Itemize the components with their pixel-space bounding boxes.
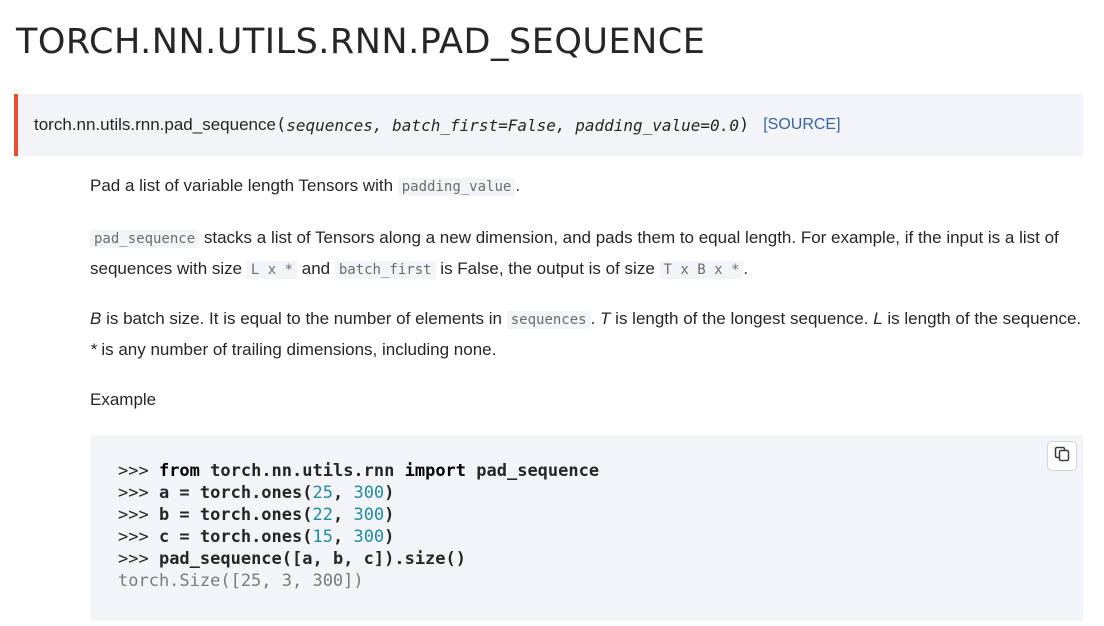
p3-var-l: L <box>873 309 883 328</box>
p2-text-4: . <box>743 259 749 278</box>
description-paragraph-3: B is batch size. It is equal to the numb… <box>90 304 1084 364</box>
code-separator: , <box>332 527 354 547</box>
p3-var-t: T <box>600 309 611 328</box>
p3-code-sequences: sequences <box>506 311 591 329</box>
code-module-name: torch.nn.utils.rnn <box>199 461 405 481</box>
code-number: 22 <box>312 505 333 525</box>
source-link[interactable]: [SOURCE] <box>763 116 840 134</box>
code-example-block: >>> from torch.nn.utils.rnn import pad_s… <box>90 435 1083 621</box>
signature-open-paren: ( <box>275 115 287 135</box>
description-paragraph-1: Pad a list of variable length Tensors wi… <box>90 171 1084 202</box>
p2-code-pad-sequence: pad_sequence <box>90 230 200 248</box>
page-title: TORCH.NN.UTILS.RNN.PAD_SEQUENCE <box>16 22 706 62</box>
p3-var-b: B <box>90 309 102 328</box>
code-close-paren: ) <box>384 527 395 547</box>
description-paragraph-2: pad_sequence stacks a list of Tensors al… <box>90 223 1084 285</box>
p2-code-batch-first: batch_first <box>334 261 436 279</box>
code-statement: b = torch.ones( <box>158 505 313 525</box>
p1-end: . <box>515 176 521 195</box>
p3-text-4: is length of the sequence. <box>882 309 1082 328</box>
code-prompt: >>> <box>118 483 159 503</box>
code-separator: , <box>332 505 354 525</box>
function-parameters: sequences, batch_first=False, padding_va… <box>286 115 739 135</box>
code-prompt: >>> <box>118 505 159 525</box>
p1-text: Pad a list of variable length Tensors wi… <box>90 176 398 195</box>
code-number: 25 <box>312 483 333 503</box>
code-close-paren: ) <box>384 505 395 525</box>
code-lines: >>> from torch.nn.utils.rnn import pad_s… <box>118 460 599 592</box>
code-line-1: >>> from torch.nn.utils.rnn import pad_s… <box>118 460 599 482</box>
p3-var-star: * <box>90 340 97 359</box>
example-label: Example <box>90 390 157 409</box>
copy-icon <box>1053 445 1071 468</box>
p2-code-size-output: T x B x * <box>659 261 744 279</box>
p2-code-size-input: L x * <box>246 261 298 279</box>
code-separator: , <box>332 483 354 503</box>
code-keyword-import: import <box>404 461 467 481</box>
signature-close-paren: ) <box>738 115 750 135</box>
code-keyword-from: from <box>158 461 200 481</box>
code-number: 15 <box>312 527 333 547</box>
code-statement: c = torch.ones( <box>158 527 313 547</box>
code-statement: a = torch.ones( <box>158 483 313 503</box>
p3-text-1: is batch size. It is equal to the number… <box>101 309 507 328</box>
code-import-name: pad_sequence <box>466 461 600 481</box>
p2-text-2: and <box>297 259 335 278</box>
code-prompt: >>> <box>118 461 159 481</box>
p3-text-3: is length of the longest sequence. <box>610 309 874 328</box>
p3-text-5: is any number of trailing dimensions, in… <box>96 340 497 359</box>
function-signature: torch.nn.utils.rnn.pad_sequence ( sequen… <box>14 94 1083 156</box>
p3-text-2: . <box>590 309 601 328</box>
copy-button[interactable] <box>1047 441 1077 471</box>
p2-text-3: is False, the output is of size <box>435 259 660 278</box>
code-prompt: >>> <box>118 527 159 547</box>
function-name: torch.nn.utils.rnn.pad_sequence <box>34 115 276 134</box>
code-call: pad_sequence([a, b, c]).size() <box>158 549 466 569</box>
code-output-line: torch.Size([25, 3, 300]) <box>118 571 364 591</box>
code-line-5: >>> pad_sequence([a, b, c]).size() <box>118 548 599 570</box>
code-number: 300 <box>353 527 385 547</box>
p1-code-padding-value: padding_value <box>397 178 516 196</box>
code-number: 300 <box>353 505 385 525</box>
code-line-2: >>> a = torch.ones(25, 300) <box>118 482 599 504</box>
code-line-3: >>> b = torch.ones(22, 300) <box>118 504 599 526</box>
code-line-4: >>> c = torch.ones(15, 300) <box>118 526 599 548</box>
code-close-paren: ) <box>384 483 395 503</box>
code-prompt: >>> <box>118 549 159 569</box>
code-number: 300 <box>353 483 385 503</box>
